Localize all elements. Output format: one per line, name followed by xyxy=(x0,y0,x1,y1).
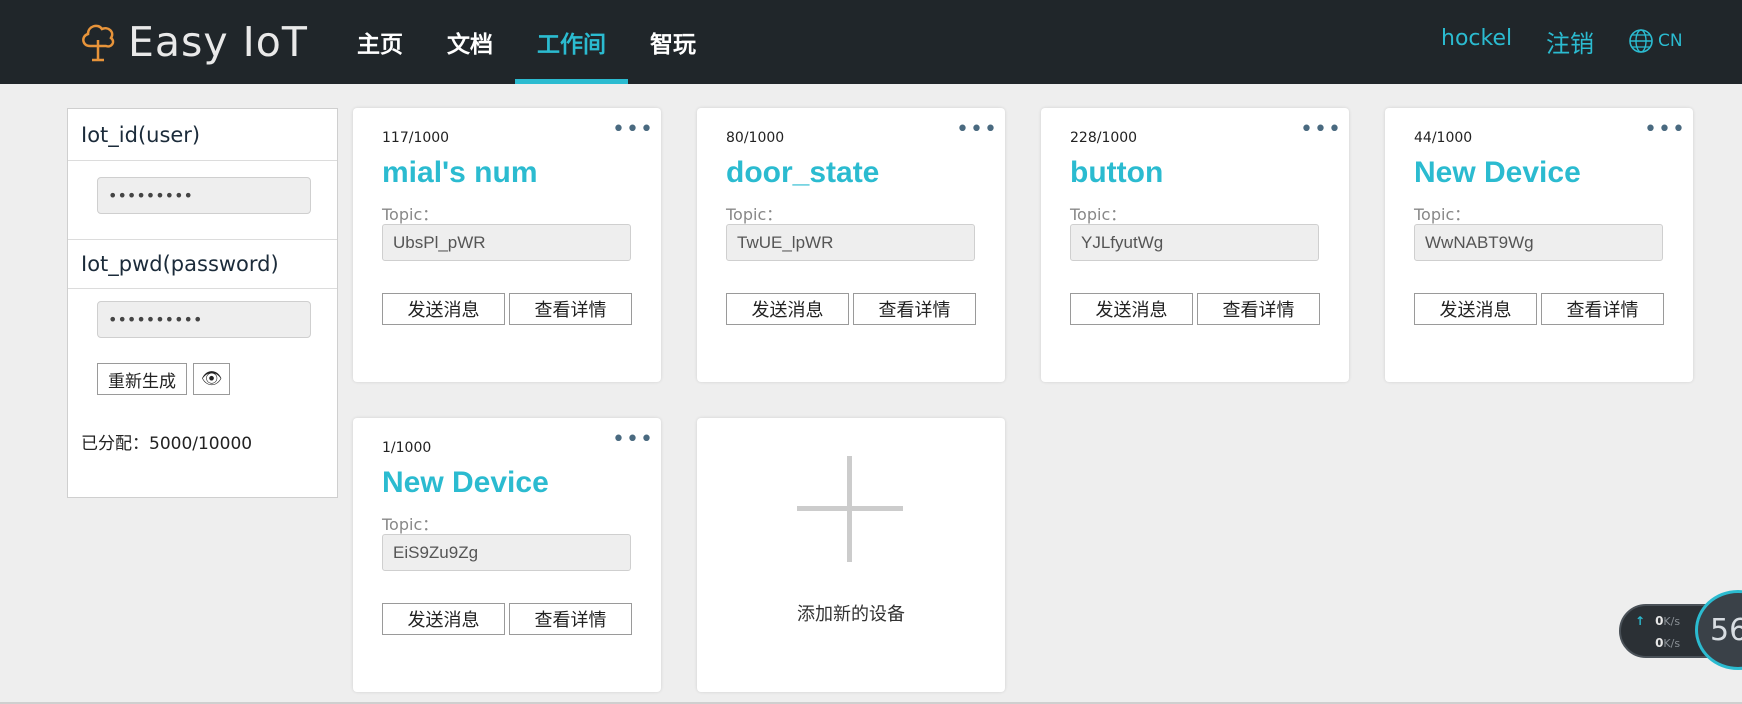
plus-icon-bar xyxy=(797,506,903,511)
send-message-button[interactable]: 发送消息 xyxy=(726,293,849,325)
logo-text: Easy IoT xyxy=(128,18,308,66)
device-name: mial's num xyxy=(382,156,538,189)
credentials-panel: Iot_id(user) ••••••••• Iot_pwd(password)… xyxy=(67,108,338,498)
language-switcher[interactable]: CN xyxy=(1628,28,1683,54)
send-message-button[interactable]: 发送消息 xyxy=(382,293,505,325)
show-password-button[interactable]: 👁 xyxy=(193,363,230,395)
upload-speed: ↑ 0K/s xyxy=(1635,614,1680,628)
device-card: 80/1000 ••• door_state Topic： TwUE_lpWR … xyxy=(697,108,1005,382)
topic-label: Topic： xyxy=(726,205,783,224)
topic-field[interactable]: WwNABT9Wg xyxy=(1414,224,1663,261)
iot-pwd-field[interactable]: •••••••••• xyxy=(97,301,311,338)
language-label: CN xyxy=(1658,31,1683,51)
regenerate-button[interactable]: 重新生成 xyxy=(97,363,187,395)
logo[interactable]: Easy IoT xyxy=(78,18,308,66)
more-options-icon[interactable]: ••• xyxy=(612,429,654,451)
topic-label: Topic： xyxy=(382,205,439,224)
view-details-button[interactable]: 查看详情 xyxy=(1197,293,1320,325)
device-card: 44/1000 ••• New Device Topic： WwNABT9Wg … xyxy=(1385,108,1693,382)
logout-link[interactable]: 注销 xyxy=(1546,24,1594,59)
device-name: button xyxy=(1070,156,1164,189)
topic-label: Topic： xyxy=(1070,205,1127,224)
download-unit: K/s xyxy=(1663,637,1681,650)
topic-field[interactable]: EiS9Zu9Zg xyxy=(382,534,631,571)
usage-count: 44/1000 xyxy=(1414,130,1473,146)
usage-percent-ring[interactable]: 56 xyxy=(1695,590,1742,670)
usage-count: 80/1000 xyxy=(726,130,785,146)
allocation-status: 已分配：5000/10000 xyxy=(81,434,253,454)
username-link[interactable]: hockel xyxy=(1441,26,1512,51)
send-message-button[interactable]: 发送消息 xyxy=(382,603,505,635)
top-header: Easy IoT 主页 文档 工作间 智玩 hockel 注销 CN xyxy=(0,0,1742,84)
more-options-icon[interactable]: ••• xyxy=(956,119,998,141)
cloud-tree-icon xyxy=(82,24,115,62)
topic-field[interactable]: UbsPl_pWR xyxy=(382,224,631,261)
main-nav: 主页 文档 工作间 智玩 xyxy=(335,0,718,84)
add-device-label: 添加新的设备 xyxy=(797,604,905,625)
more-options-icon[interactable]: ••• xyxy=(612,119,654,141)
send-message-button[interactable]: 发送消息 xyxy=(1414,293,1537,325)
upload-arrow-icon: ↑ xyxy=(1635,614,1646,628)
view-details-button[interactable]: 查看详情 xyxy=(853,293,976,325)
topic-label: Topic： xyxy=(382,515,439,534)
device-name: New Device xyxy=(382,466,549,499)
more-options-icon[interactable]: ••• xyxy=(1300,119,1342,141)
send-message-button[interactable]: 发送消息 xyxy=(1070,293,1193,325)
eye-icon: 👁 xyxy=(200,369,223,389)
view-details-button[interactable]: 查看详情 xyxy=(509,603,632,635)
device-name: door_state xyxy=(726,156,880,189)
topic-label: Topic： xyxy=(1414,205,1471,224)
add-device-card[interactable]: 添加新的设备 xyxy=(697,418,1005,692)
iot-pwd-label: Iot_pwd(password) xyxy=(68,239,337,289)
usage-count: 1/1000 xyxy=(382,440,432,456)
usage-count: 117/1000 xyxy=(382,130,450,146)
upload-unit: K/s xyxy=(1663,615,1681,628)
device-card: 1/1000 ••• New Device Topic： EiS9Zu9Zg 发… xyxy=(353,418,661,692)
nav-docs[interactable]: 文档 xyxy=(425,0,515,84)
device-card: 228/1000 ••• button Topic： YJLfyutWg 发送消… xyxy=(1041,108,1349,382)
iot-id-label: Iot_id(user) xyxy=(68,109,337,161)
globe-icon xyxy=(1629,29,1653,53)
view-details-button[interactable]: 查看详情 xyxy=(1541,293,1664,325)
nav-workspace[interactable]: 工作间 xyxy=(515,0,628,84)
nav-smartplay[interactable]: 智玩 xyxy=(628,0,718,84)
more-options-icon[interactable]: ••• xyxy=(1644,119,1686,141)
download-speed: ↑0K/s xyxy=(1635,636,1680,650)
device-name: New Device xyxy=(1414,156,1581,189)
usage-count: 228/1000 xyxy=(1070,130,1138,146)
topic-field[interactable]: TwUE_lpWR xyxy=(726,224,975,261)
topic-field[interactable]: YJLfyutWg xyxy=(1070,224,1319,261)
iot-id-field[interactable]: ••••••••• xyxy=(97,177,311,214)
nav-home[interactable]: 主页 xyxy=(335,0,425,84)
device-card: 117/1000 ••• mial's num Topic： UbsPl_pWR… xyxy=(353,108,661,382)
view-details-button[interactable]: 查看详情 xyxy=(509,293,632,325)
